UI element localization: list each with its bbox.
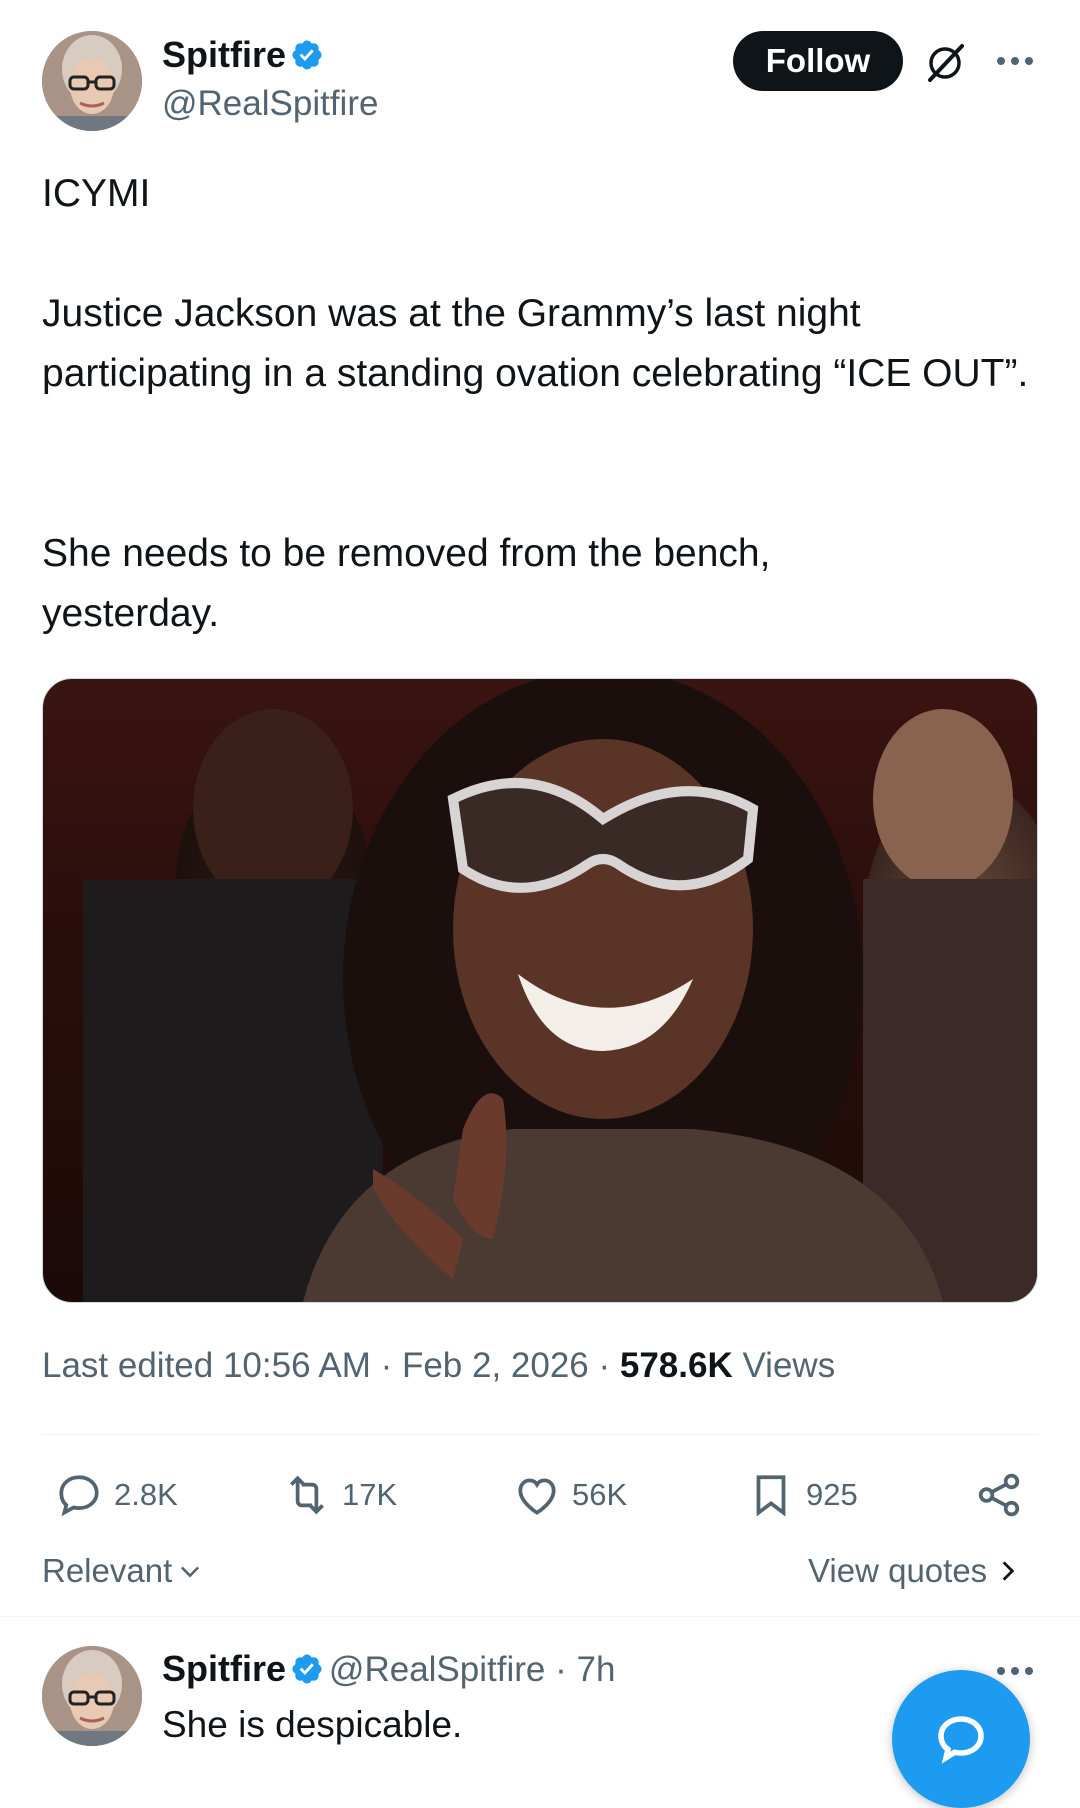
reply-text: She is despicable. <box>162 1704 463 1745</box>
bookmark-button[interactable]: 925 <box>746 1470 858 1520</box>
sort-label: Relevant <box>42 1552 173 1589</box>
reply-timestamp[interactable]: · 7h <box>545 1650 615 1689</box>
repost-count: 17K <box>342 1477 398 1512</box>
bookmark-count: 925 <box>806 1477 858 1512</box>
divider <box>0 1616 1080 1617</box>
like-button[interactable]: 56K <box>512 1470 627 1520</box>
author-name-row[interactable]: Spitfire <box>162 34 324 76</box>
chevron-right-icon <box>1002 1561 1015 1581</box>
reply-count: 2.8K <box>114 1477 178 1512</box>
repost-button[interactable]: 17K <box>282 1470 397 1520</box>
grok-icon[interactable] <box>922 40 968 86</box>
reply-author-avatar[interactable] <box>42 1646 142 1746</box>
reply-header: Spitfire @RealSpitfire · 7h <box>162 1648 615 1690</box>
repost-icon <box>290 1475 324 1515</box>
post-text-paragraph: Justice Jackson was at the Grammy’s last… <box>42 292 1029 395</box>
more-icon[interactable] <box>993 48 1037 78</box>
bookmark-icon <box>756 1475 786 1517</box>
edited-timestamp[interactable]: Last edited 10:56 AM · Feb 2, 2026 · <box>42 1346 620 1385</box>
author-avatar[interactable] <box>42 31 142 131</box>
reply-button[interactable]: 2.8K <box>54 1470 178 1520</box>
view-quotes-link[interactable]: View quotes <box>808 1552 1021 1590</box>
author-name[interactable]: Spitfire <box>162 34 286 75</box>
post-text-paragraph-2: She needs to be removed from the bench, … <box>42 532 782 635</box>
reply-author-handle[interactable]: @RealSpitfire <box>329 1650 545 1689</box>
verified-badge-icon <box>292 1654 322 1684</box>
like-count: 56K <box>572 1477 628 1512</box>
reply-author-name[interactable]: Spitfire <box>162 1648 286 1689</box>
follow-button[interactable]: Follow <box>733 31 903 91</box>
share-icon <box>978 1473 1020 1517</box>
post-meta: Last edited 10:56 AM · Feb 2, 2026 · 578… <box>42 1346 835 1386</box>
post-media-image[interactable] <box>42 678 1038 1303</box>
sort-dropdown[interactable]: Relevant <box>42 1552 204 1590</box>
author-handle[interactable]: @RealSpitfire <box>162 84 378 124</box>
like-icon <box>518 1478 556 1515</box>
post-text-line1: ICYMI <box>42 172 151 215</box>
divider <box>42 1434 1038 1435</box>
reply-icon <box>59 1475 99 1517</box>
views-label: Views <box>732 1346 836 1385</box>
views-count: 578.6K <box>619 1346 733 1385</box>
share-button[interactable] <box>974 1470 1024 1520</box>
chevron-down-icon <box>181 1566 200 1578</box>
view-quotes-label: View quotes <box>808 1552 988 1589</box>
compose-reply-icon <box>938 1716 984 1764</box>
compose-reply-button[interactable] <box>892 1670 1030 1808</box>
verified-badge-icon <box>292 40 322 70</box>
